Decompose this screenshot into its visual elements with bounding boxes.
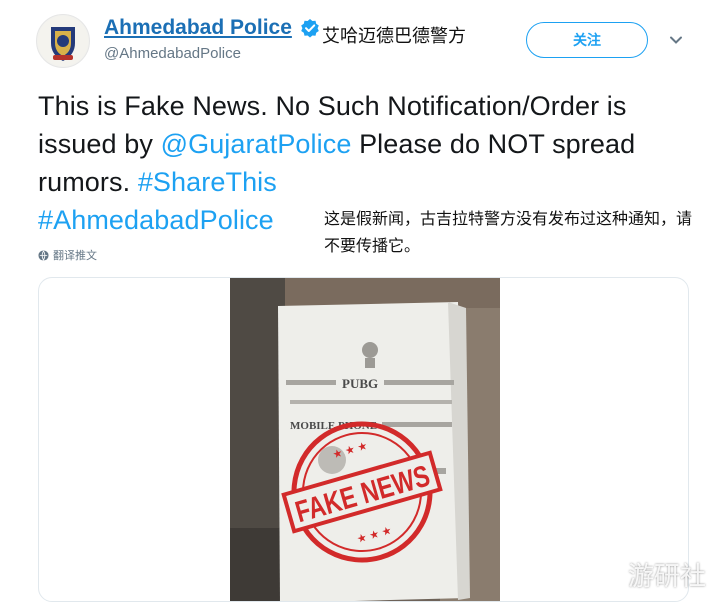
watermark-text: 游研社 — [628, 561, 707, 592]
chevron-down-icon[interactable] — [668, 32, 684, 48]
watermark: 游研社 — [582, 552, 708, 596]
police-emblem-icon — [38, 16, 88, 66]
poster-pubg-text: PUBG — [342, 376, 378, 391]
translate-tweet-label: 翻译推文 — [53, 249, 97, 262]
hashtag-ahmedabadpolice[interactable]: #AhmedabadPolice — [38, 205, 274, 235]
chinese-author-caption: 艾哈迈德巴德警方 — [322, 26, 466, 47]
translate-tweet-link[interactable]: 翻译推文 — [38, 247, 97, 263]
gamepad-logo-icon — [582, 559, 622, 589]
avatar[interactable] — [36, 14, 90, 68]
author-handle[interactable]: @AhmedabadPolice — [104, 45, 320, 62]
tweet-header: Ahmedabad Police @AhmedabadPolice 艾哈迈德巴德… — [36, 14, 700, 70]
globe-icon — [38, 249, 49, 261]
verified-badge-icon — [301, 19, 320, 38]
chinese-translation-note: 这是假新闻，古吉拉特警方没有发布过这种通知，请不要传播它。 — [324, 209, 693, 255]
hashtag-sharethis[interactable]: #ShareThis — [138, 167, 277, 197]
author-display-name[interactable]: Ahmedabad Police — [104, 16, 292, 40]
follow-button[interactable]: 关注 — [526, 22, 648, 58]
author-names: Ahmedabad Police @AhmedabadPolice — [104, 16, 320, 62]
mention-link[interactable]: @GujaratPolice — [161, 129, 352, 159]
fake-notice-photo[interactable]: PUBG MOBILE PHONE ★ ★ ★ ★ ★ ★ FAKE NEWS — [230, 278, 500, 601]
